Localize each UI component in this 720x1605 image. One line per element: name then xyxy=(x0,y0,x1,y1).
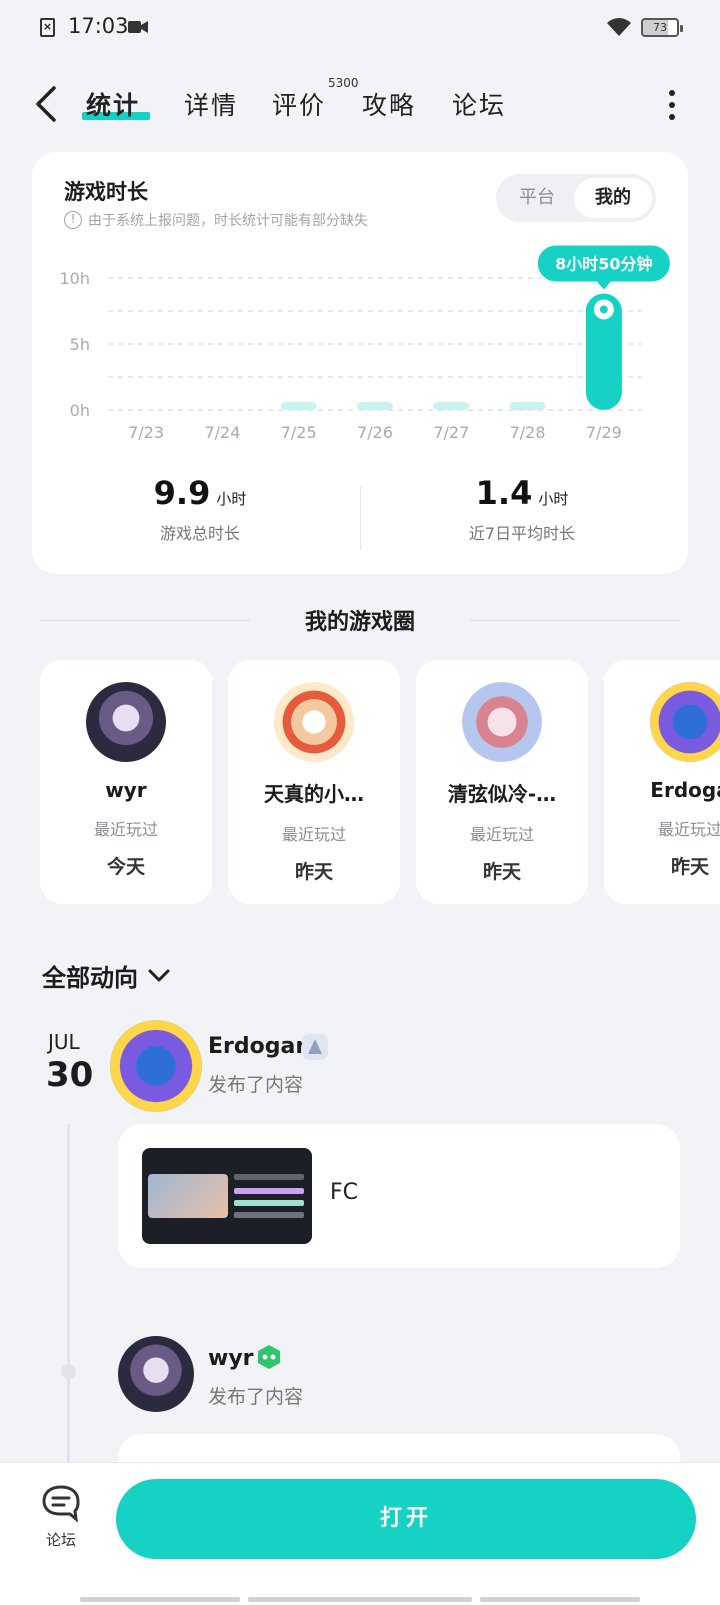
chart-bar xyxy=(433,402,470,410)
chart-y-tick-label: 5h xyxy=(70,335,90,354)
post-author[interactable]: wyr xyxy=(208,1346,254,1371)
playtime-chart: 0h 5h 10h 7/23 7/24 7/25 7/26 7/27 7/28 8小时50分钟 7/… xyxy=(60,245,670,442)
tab-stats[interactable]: 统计 xyxy=(86,86,140,122)
avg-playtime-unit: 小时 xyxy=(538,490,569,508)
review-count-badge: 5300 xyxy=(328,76,359,90)
back-arrow-icon[interactable] xyxy=(32,84,62,124)
post-card[interactable]: FC xyxy=(118,1124,680,1268)
chart-bar xyxy=(280,402,317,410)
chat-bubble-icon xyxy=(42,1485,80,1523)
more-menu-icon[interactable] xyxy=(668,90,676,120)
chart-y-tick-label: 0h xyxy=(70,401,90,420)
chart-tooltip-label: 8小时50分钟 xyxy=(555,254,652,273)
avatar xyxy=(462,682,542,762)
chart-tooltip-pointer xyxy=(596,281,611,290)
post-date-day: 30 xyxy=(46,1055,94,1095)
chart-x-tick-label: 7/28 xyxy=(510,423,546,442)
battery-icon: 73 xyxy=(641,18,683,37)
post-author[interactable]: Erdogan xyxy=(208,1034,311,1059)
chart-x-tick-label: 7/26 xyxy=(357,423,393,442)
chart-bar xyxy=(357,402,393,410)
post-date-month: JUL xyxy=(48,1030,80,1054)
chart-y-tick-label: 10h xyxy=(60,269,91,288)
total-playtime-value: 9.9 xyxy=(153,474,211,512)
section-divider-right xyxy=(470,620,680,621)
wifi-icon xyxy=(607,18,631,36)
forum-button[interactable]: 论坛 xyxy=(36,1483,86,1550)
top-nav: 统计 详情 评价 5300 攻略 论坛 xyxy=(0,70,720,140)
total-playtime-stat: 9.9 小时 游戏总时长 xyxy=(40,474,360,544)
feed-filter-label: 全部动向 xyxy=(42,964,138,992)
tab-guides[interactable]: 攻略 xyxy=(362,86,416,122)
friend-card[interactable]: Erdoga 最近玩过 昨天 xyxy=(604,660,720,904)
friend-last-played: 今天 xyxy=(106,856,145,878)
chart-x-tick-label: 7/23 xyxy=(128,423,164,442)
chart-bar-marker-dot xyxy=(599,305,608,314)
dragon-badge-icon xyxy=(302,1034,328,1060)
status-bar: × 17:03 73 xyxy=(0,0,720,56)
friends-carousel[interactable]: wyr 最近玩过 今天 天真的小… 最近玩过 昨天 清弦似冷-… 最近玩过 昨天… xyxy=(40,660,720,904)
chart-x-tick-label: 7/24 xyxy=(204,423,240,442)
chevron-down-icon xyxy=(148,969,170,981)
post-action: 发布了内容 xyxy=(208,1386,304,1408)
avatar xyxy=(274,682,354,762)
friend-recent-label: 最近玩过 xyxy=(93,820,158,839)
tab-details[interactable]: 详情 xyxy=(184,86,238,122)
avatar[interactable] xyxy=(118,1336,194,1412)
open-game-button[interactable]: 打开 xyxy=(116,1479,696,1559)
battery-level: 73 xyxy=(653,21,667,34)
nav-indicator xyxy=(80,1597,240,1602)
total-playtime-label: 游戏总时长 xyxy=(159,524,240,543)
avatar xyxy=(650,682,720,762)
avg-playtime-stat: 1.4 小时 近7日平均时长 xyxy=(362,474,682,544)
tab-reviews[interactable]: 评价 xyxy=(272,86,326,122)
stat-divider xyxy=(360,486,361,550)
friend-name: wyr xyxy=(105,778,147,802)
chart-bar xyxy=(509,402,546,410)
forum-label: 论坛 xyxy=(45,1531,76,1549)
friend-recent-label: 最近玩过 xyxy=(281,825,346,844)
avg-playtime-label: 近7日平均时长 xyxy=(468,524,576,543)
nav-indicator xyxy=(480,1597,640,1602)
gamepad-badge-icon xyxy=(258,1345,280,1369)
no-sim-icon: × xyxy=(40,18,55,37)
playtime-card: 游戏时长 ! 由于系统上报问题，时长统计可能有部分缺失 平台 我的 0h 5h 10… xyxy=(32,152,688,574)
timeline-line xyxy=(67,1124,70,1464)
total-playtime-unit: 小时 xyxy=(216,490,247,508)
timeline-dot xyxy=(61,1364,76,1379)
avg-playtime-value: 1.4 xyxy=(475,474,533,512)
friend-last-played: 昨天 xyxy=(670,856,709,878)
friend-recent-label: 最近玩过 xyxy=(657,820,720,839)
friend-name: 天真的小… xyxy=(264,782,364,806)
friend-last-played: 昨天 xyxy=(482,861,521,883)
post-thumbnail[interactable] xyxy=(142,1148,312,1244)
friend-card[interactable]: wyr 最近玩过 今天 xyxy=(40,660,212,904)
nav-indicator xyxy=(248,1597,472,1602)
friend-name: 清弦似冷-… xyxy=(447,782,557,806)
chart-x-tick-label: 7/29 xyxy=(586,423,622,442)
friend-recent-label: 最近玩过 xyxy=(469,825,534,844)
video-record-icon xyxy=(128,21,148,33)
status-time: 17:03 xyxy=(68,14,129,38)
friend-last-played: 昨天 xyxy=(294,861,333,883)
tab-forum[interactable]: 论坛 xyxy=(452,86,506,122)
feed-filter[interactable]: 全部动向 xyxy=(42,958,170,993)
post-action: 发布了内容 xyxy=(208,1074,304,1096)
bottom-bar: 论坛 打开 xyxy=(0,1462,720,1605)
chart-x-tick-label: 7/27 xyxy=(433,423,469,442)
avatar[interactable] xyxy=(110,1020,202,1112)
avatar xyxy=(86,682,166,762)
friend-card[interactable]: 清弦似冷-… 最近玩过 昨天 xyxy=(416,660,588,904)
friend-card[interactable]: 天真的小… 最近玩过 昨天 xyxy=(228,660,400,904)
friend-name: Erdoga xyxy=(650,778,720,802)
post-text: FC xyxy=(330,1180,359,1205)
chart-x-tick-label: 7/25 xyxy=(281,423,317,442)
